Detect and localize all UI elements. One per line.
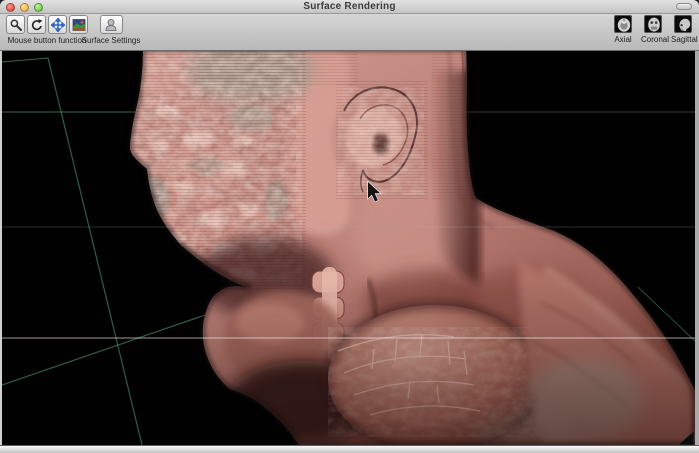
surface-settings-label: Surface Settings [80, 36, 142, 45]
axial-label: Axial [611, 35, 635, 44]
viewport-frame [0, 51, 699, 445]
axial-view-button[interactable]: Axial [611, 15, 635, 44]
magnifier-icon [9, 18, 23, 32]
move-arrows-icon [51, 18, 65, 32]
render-viewport [2, 51, 695, 445]
coronal-view-button[interactable]: Coronal [641, 15, 665, 44]
coronal-label: Coronal [641, 35, 665, 44]
surface-settings-group: Surface Settings [80, 15, 142, 45]
axial-thumbnail [614, 15, 632, 33]
mouse-button-function-label: Mouse button function [6, 36, 88, 45]
window-bottom-edge [0, 445, 699, 453]
bust-icon [103, 17, 119, 33]
toolbar: Mouse button function Surface Settings [0, 14, 699, 51]
orientation-views-group: Axial Coronal [611, 15, 695, 44]
toolbar-toggle-pill[interactable] [676, 3, 692, 10]
coronal-thumbnail [644, 15, 662, 33]
magnify-tool-button[interactable] [6, 15, 25, 34]
sagittal-thumbnail [674, 15, 692, 33]
rotate-tool-button[interactable] [27, 15, 46, 34]
pan-tool-button[interactable] [48, 15, 67, 34]
titlebar[interactable]: Surface Rendering [0, 0, 699, 14]
render-canvas[interactable] [2, 51, 695, 445]
sagittal-label: Sagittal [671, 35, 695, 44]
surface-settings-button[interactable] [100, 15, 123, 34]
sagittal-view-button[interactable]: Sagittal [671, 15, 695, 44]
surface-rendering-window: Surface Rendering [0, 0, 699, 453]
mouse-button-function-group: Mouse button function [6, 15, 88, 45]
window-title: Surface Rendering [0, 1, 699, 12]
rotate-arrow-icon [30, 18, 44, 32]
